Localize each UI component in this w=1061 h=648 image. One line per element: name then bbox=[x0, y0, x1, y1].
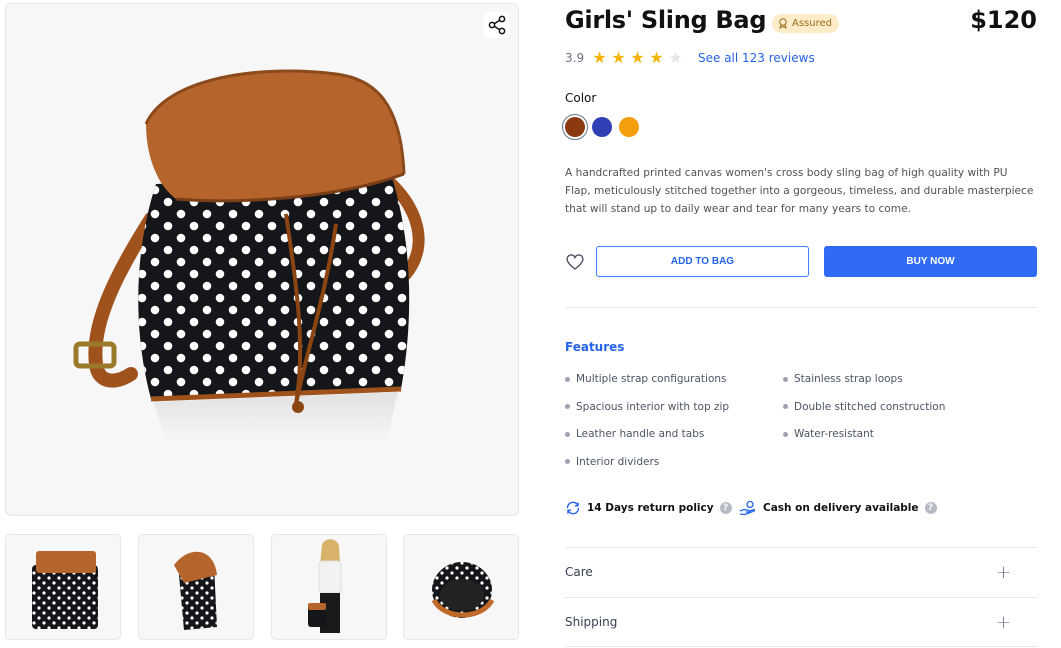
accordion-care-label: Care bbox=[565, 565, 593, 579]
cash-on-delivery: Cash on delivery available ? bbox=[739, 500, 937, 516]
feature-label: Interior dividers bbox=[576, 455, 660, 468]
assured-badge: Assured bbox=[772, 14, 839, 33]
star-filled-icon: ★ bbox=[630, 48, 645, 67]
rating-row: 3.9 ★ ★ ★ ★ ★ See all 123 reviews bbox=[565, 48, 815, 68]
bullet-icon bbox=[565, 404, 570, 409]
star-filled-icon: ★ bbox=[611, 48, 626, 67]
thumbnail-strip bbox=[5, 534, 519, 640]
feature-item: Stainless strap loops bbox=[783, 373, 903, 385]
bullet-icon bbox=[783, 376, 788, 382]
divider bbox=[565, 307, 1037, 308]
divider bbox=[565, 646, 1037, 647]
feature-label: Stainless strap loops bbox=[794, 373, 903, 385]
feature-item: Interior dividers bbox=[565, 456, 659, 468]
rating-value: 3.9 bbox=[565, 51, 585, 65]
bullet-icon bbox=[783, 431, 788, 437]
thumbnail-model-image bbox=[308, 539, 342, 633]
feature-label: Leather handle and tabs bbox=[576, 428, 705, 440]
star-empty-icon: ★ bbox=[668, 48, 683, 67]
thumbnail-front-image bbox=[32, 551, 98, 629]
cash-on-delivery-help-icon[interactable]: ? bbox=[924, 502, 937, 514]
color-swatch[interactable] bbox=[562, 114, 588, 140]
cash-on-delivery-label: Cash on delivery available bbox=[763, 502, 919, 514]
thumbnail-model[interactable] bbox=[271, 534, 387, 640]
return-policy-help-icon[interactable]: ? bbox=[719, 502, 732, 514]
color-swatches bbox=[562, 114, 639, 140]
color-swatch[interactable] bbox=[592, 117, 612, 137]
bag-illustration bbox=[73, 69, 425, 444]
feature-item: Leather handle and tabs bbox=[565, 428, 704, 440]
color-swatch[interactable] bbox=[619, 117, 639, 137]
features-title: Features bbox=[565, 340, 625, 354]
star-filled-icon: ★ bbox=[592, 48, 607, 67]
feature-label: Multiple strap configurations bbox=[576, 373, 727, 385]
feature-label: Double stitched construction bbox=[794, 400, 946, 413]
add-to-bag-button[interactable]: ADD TO BAG bbox=[596, 246, 809, 277]
feature-item: Spacious interior with top zip bbox=[565, 401, 729, 413]
feature-label: Water-resistant bbox=[794, 428, 874, 440]
main-product-image bbox=[5, 3, 519, 516]
feature-item: Multiple strap configurations bbox=[565, 373, 727, 385]
title-row: Girls' Sling Bag Assured $120 bbox=[565, 4, 1037, 38]
share-icon bbox=[488, 15, 506, 35]
accordion-shipping[interactable]: Shipping + bbox=[565, 598, 1037, 646]
wishlist-button[interactable] bbox=[565, 253, 587, 273]
return-policy-label: 14 Days return policy bbox=[587, 502, 714, 514]
product-title: Girls' Sling Bag bbox=[565, 6, 767, 34]
plus-icon: + bbox=[995, 561, 1011, 583]
assured-label: Assured bbox=[792, 18, 832, 29]
feature-item: Double stitched construction bbox=[783, 401, 945, 413]
buy-now-button[interactable]: BUY NOW bbox=[824, 246, 1037, 277]
share-button[interactable] bbox=[484, 12, 510, 38]
bullet-icon bbox=[565, 376, 570, 382]
bullet-icon bbox=[783, 404, 788, 409]
accordion-shipping-label: Shipping bbox=[565, 615, 618, 629]
feature-label: Spacious interior with top zip bbox=[576, 400, 730, 413]
thumbnail-interior-image bbox=[431, 562, 495, 618]
see-all-reviews-link[interactable]: See all 123 reviews bbox=[698, 51, 815, 65]
heart-icon bbox=[566, 254, 584, 270]
thumbnail-side-image bbox=[174, 551, 217, 630]
cash-hand-icon bbox=[739, 500, 756, 516]
color-label: Color bbox=[565, 91, 597, 105]
bullet-icon bbox=[565, 459, 570, 464]
badge-icon bbox=[779, 18, 787, 29]
product-description: A handcrafted printed canvas women's cro… bbox=[565, 167, 1034, 215]
product-price: $120 bbox=[970, 6, 1037, 34]
thumbnail-side[interactable] bbox=[138, 534, 254, 640]
refresh-icon bbox=[566, 501, 580, 515]
rating-stars: ★ ★ ★ ★ ★ bbox=[591, 50, 684, 66]
accordion-care[interactable]: Care + bbox=[565, 548, 1037, 596]
thumbnail-interior[interactable] bbox=[403, 534, 519, 640]
feature-item: Water-resistant bbox=[783, 428, 874, 440]
bullet-icon bbox=[565, 431, 570, 437]
thumbnail-front[interactable] bbox=[5, 534, 121, 640]
return-policy: 14 Days return policy ? bbox=[565, 500, 732, 516]
plus-icon: + bbox=[995, 611, 1011, 633]
star-filled-icon: ★ bbox=[649, 48, 664, 67]
